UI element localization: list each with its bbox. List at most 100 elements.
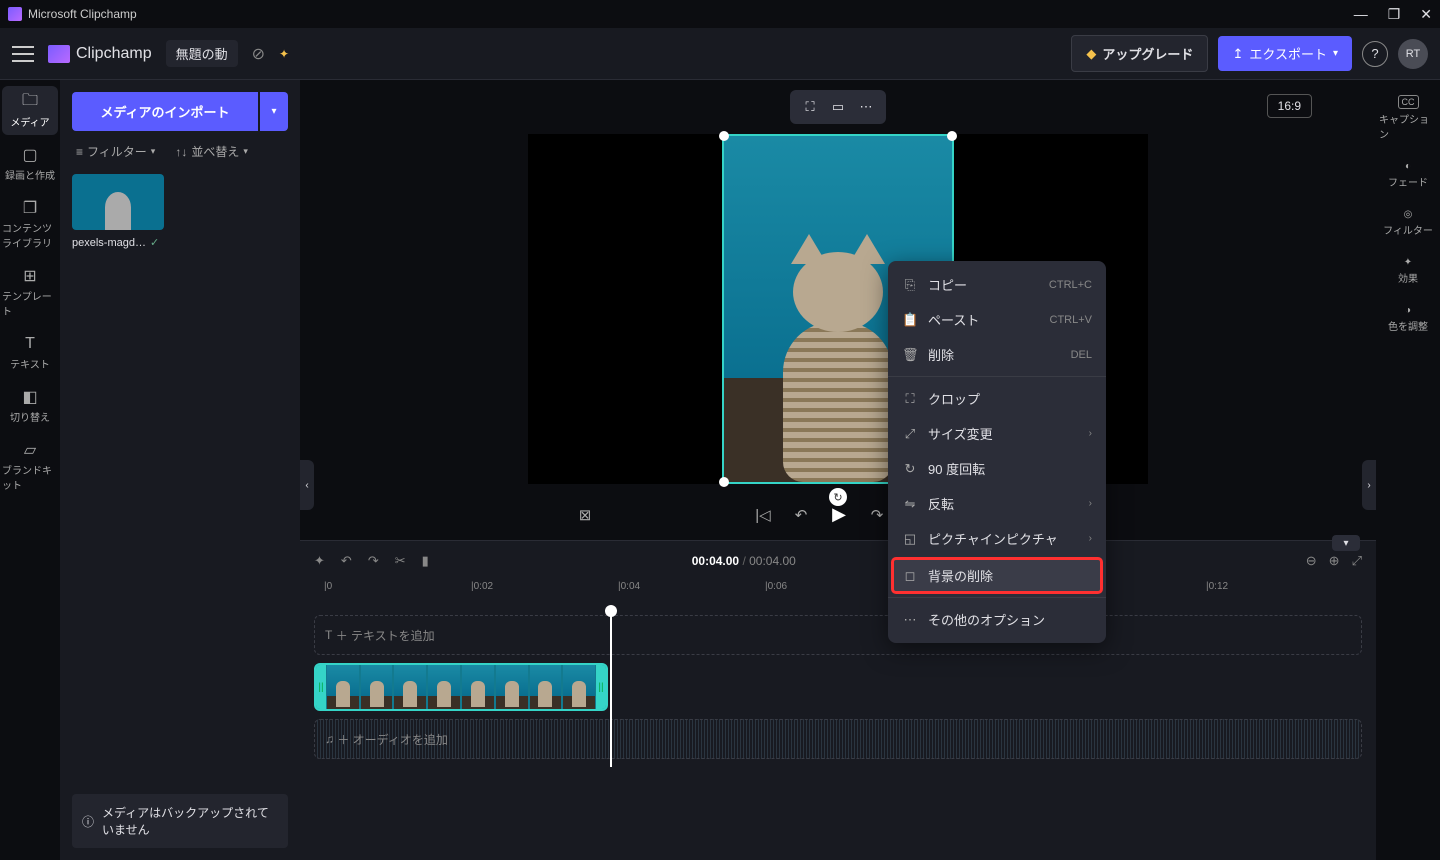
user-avatar[interactable]: RT — [1398, 39, 1428, 69]
more-tool[interactable]: ⋯ — [854, 95, 878, 119]
panel-chevron[interactable]: ▾ — [1332, 535, 1360, 551]
resize-handle-tr[interactable] — [947, 131, 957, 141]
media-thumbnail[interactable]: pexels-magd…✓ — [72, 174, 164, 249]
chevron-down-icon: ▾ — [1333, 48, 1338, 59]
brand-logo[interactable]: Clipchamp — [48, 45, 152, 63]
sparkle-icon[interactable]: ✦ — [279, 47, 289, 61]
menu-item-resize[interactable]: ⤢サイズ変更› — [888, 416, 1106, 451]
rr-label: 効果 — [1398, 270, 1418, 285]
music-icon: ♫ — [325, 732, 334, 746]
fx-icon: ✦ — [1404, 257, 1412, 268]
chevron-right-icon: › — [1089, 428, 1092, 439]
menu-item-more[interactable]: ⋯その他のオプション — [888, 602, 1106, 637]
export-label: エクスポート — [1249, 44, 1327, 63]
sort-icon: ↑↓ — [175, 145, 187, 159]
menu-item-remove-bg[interactable]: ◻背景の削除 — [892, 558, 1102, 593]
sidebar-item-fade[interactable]: ◐フェード — [1379, 156, 1437, 194]
playhead[interactable] — [610, 607, 612, 767]
sort-button[interactable]: ↑↓並べ替え▾ — [175, 143, 248, 160]
play-button[interactable]: ▶ — [829, 504, 849, 525]
resize-handle-bl[interactable] — [719, 477, 729, 487]
import-dropdown[interactable]: ▾ — [260, 92, 288, 131]
cm-label: ペースト — [928, 310, 979, 329]
topbar: Clipchamp 無題の動 ⊘ ✦ ◆ アップグレード ↥ エクスポート ▾ … — [0, 28, 1440, 80]
rewind-button[interactable]: ↶ — [791, 506, 811, 524]
maximize-button[interactable]: ❐ — [1388, 6, 1401, 23]
menu-item-delete[interactable]: 🗑削除DEL — [888, 337, 1106, 372]
text-track[interactable]: T ＋ テキストを追加 — [314, 615, 1362, 655]
import-media-button[interactable]: メディアのインポート — [72, 92, 258, 131]
ruler-label: 0:12 — [1209, 581, 1228, 592]
undo-button[interactable]: ↶ — [341, 553, 352, 569]
ai-tool[interactable]: ✦ — [314, 553, 325, 569]
transition-icon: ◧ — [20, 387, 40, 407]
resize-handle-tl[interactable] — [719, 131, 729, 141]
cm-label: クロップ — [928, 389, 980, 408]
crop-tool[interactable]: ⛶ — [798, 95, 822, 119]
sidebar-item-text[interactable]: Tテキスト — [2, 328, 58, 377]
clip-handle-right[interactable]: || — [596, 665, 606, 709]
crop-icon: ⛶ — [902, 391, 918, 407]
menu-item-crop[interactable]: ⛶ クロップ — [888, 381, 1106, 416]
sidebar-item-record[interactable]: ▢録画と作成 — [2, 139, 58, 188]
flip-icon: ⇋ — [902, 496, 918, 512]
zoom-fit-button[interactable]: ⤢ — [1352, 553, 1362, 569]
sidebar-item-captions[interactable]: CCキャプション — [1379, 90, 1437, 146]
menu-item-pip[interactable]: ◱ピクチャインピクチャ› — [888, 521, 1106, 556]
export-button[interactable]: ↥ エクスポート ▾ — [1218, 36, 1352, 71]
backup-notice[interactable]: ⓘ メディアはバックアップされていません — [72, 794, 288, 848]
menu-item-paste[interactable]: 📋ペーストCTRL+V — [888, 302, 1106, 337]
brand-text: Clipchamp — [76, 45, 152, 63]
rotate-handle[interactable]: ↻ — [829, 488, 847, 506]
zoom-out-button[interactable]: ⊖ — [1306, 553, 1317, 569]
sidebar-item-transitions[interactable]: ◧切り替え — [2, 381, 58, 430]
close-button[interactable]: ✕ — [1420, 6, 1432, 23]
menu-divider — [888, 376, 1106, 377]
cm-label: サイズ変更 — [928, 424, 993, 443]
sidebar-label: ブランドキット — [2, 462, 58, 492]
split-button[interactable]: ✂ — [395, 553, 406, 569]
rotate-icon: ↻ — [902, 461, 918, 477]
menu-item-rotate[interactable]: ↻ 90 度回転 — [888, 451, 1106, 486]
aspect-ratio-button[interactable]: 16:9 — [1267, 94, 1312, 118]
project-name-input[interactable]: 無題の動 — [166, 40, 238, 67]
timeline: ▾ ✦ ↶ ↷ ✂ ▮ 00:04.00 / 00:04.00 ⊖ ⊕ ⤢ — [300, 540, 1376, 860]
menu-button[interactable] — [12, 46, 34, 62]
marker-button[interactable]: ▮ — [422, 553, 429, 569]
sidebar-item-media[interactable]: 🗀メディア — [2, 86, 58, 135]
menu-item-copy[interactable]: ⎘コピーCTRL+C — [888, 267, 1106, 302]
sidebar-item-filters[interactable]: ◎フィルター — [1379, 204, 1437, 242]
forward-button[interactable]: ↷ — [867, 506, 887, 524]
cloud-sync-icon[interactable]: ⊘ — [252, 44, 265, 64]
minimize-button[interactable]: — — [1354, 6, 1368, 22]
sidebar-item-color[interactable]: ◑色を調整 — [1379, 300, 1437, 338]
bg-remove-icon: ◻ — [902, 568, 918, 584]
sidebar-item-templates[interactable]: ⊞テンプレート — [2, 260, 58, 324]
filter-button[interactable]: ≡フィルター▾ — [76, 143, 155, 160]
hide-button[interactable]: ⊠ — [575, 506, 595, 524]
timeline-ruler[interactable]: |0 |0:02 |0:04 |0:06 |0:08 |0:10 |0:12 — [314, 581, 1362, 607]
fit-tool[interactable]: ▭ — [826, 95, 850, 119]
zoom-in-button[interactable]: ⊕ — [1329, 553, 1340, 569]
cm-label: 90 度回転 — [928, 459, 985, 478]
center-area: ‹ › ⛶ ▭ ⋯ 16:9 ↻ — [300, 80, 1376, 860]
sidebar-item-effects[interactable]: ✦ 効果 — [1379, 252, 1437, 290]
upgrade-label: アップグレード — [1102, 44, 1193, 63]
sidebar-item-brandkit[interactable]: ▱ブランドキット — [2, 434, 58, 498]
upgrade-button[interactable]: ◆ アップグレード — [1071, 35, 1208, 72]
ruler-label: 0:02 — [474, 581, 493, 592]
audio-track[interactable]: ♫ ＋ オーディオを追加 — [314, 719, 1362, 759]
chevron-down-icon: ▾ — [271, 106, 276, 117]
video-clip[interactable]: || || — [314, 663, 608, 711]
sidebar-label: テンプレート — [2, 288, 58, 318]
clip-handle-left[interactable]: || — [316, 665, 326, 709]
ruler-label: 0:06 — [768, 581, 787, 592]
redo-button[interactable]: ↷ — [368, 553, 379, 569]
titlebar: Microsoft Clipchamp — ❐ ✕ — [0, 0, 1440, 28]
help-button[interactable]: ? — [1362, 41, 1388, 67]
prev-button[interactable]: |◁ — [753, 506, 773, 524]
rr-label: フェード — [1388, 174, 1428, 189]
menu-item-flip[interactable]: ⇋反転› — [888, 486, 1106, 521]
sidebar-item-library[interactable]: ❐コンテンツライブラリ — [2, 192, 58, 256]
menu-divider — [888, 597, 1106, 598]
